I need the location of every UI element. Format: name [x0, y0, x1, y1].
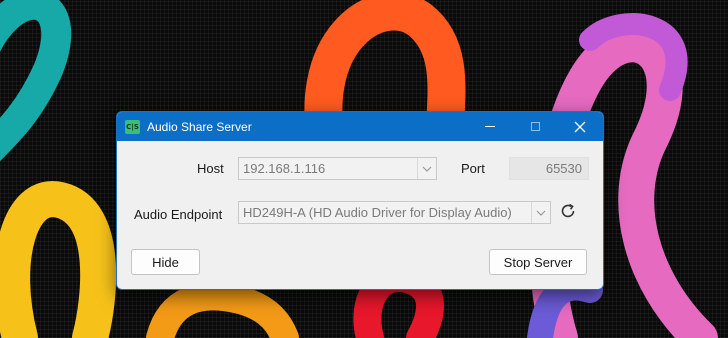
- audio-endpoint-dropdown-arrow[interactable]: [531, 202, 550, 223]
- chevron-down-icon: [422, 166, 432, 172]
- chevron-down-icon: [536, 210, 546, 216]
- refresh-icon: [561, 203, 575, 218]
- minimize-icon: [485, 126, 495, 127]
- port-field[interactable]: 65530: [509, 157, 589, 180]
- host-label: Host: [197, 161, 224, 176]
- maximize-button: [515, 112, 555, 141]
- hide-button[interactable]: Hide: [131, 249, 200, 275]
- title-bar[interactable]: C|S Audio Share Server: [117, 112, 603, 141]
- close-icon: [574, 121, 586, 132]
- maximize-icon: [530, 122, 540, 131]
- host-select[interactable]: 192.168.1.116: [238, 157, 437, 180]
- audio-endpoint-select[interactable]: HD249H-A (HD Audio Driver for Display Au…: [238, 201, 551, 224]
- audio-endpoint-label: Audio Endpoint: [134, 207, 223, 222]
- stop-server-button[interactable]: Stop Server: [489, 249, 587, 275]
- audio-endpoint-value: HD249H-A (HD Audio Driver for Display Au…: [243, 205, 512, 220]
- minimize-button[interactable]: [470, 112, 510, 141]
- window-title: Audio Share Server: [147, 120, 252, 134]
- audio-share-app-icon: C|S: [125, 120, 140, 134]
- port-label: Port: [461, 161, 485, 176]
- host-value: 192.168.1.116: [243, 161, 326, 176]
- close-button[interactable]: [560, 112, 600, 141]
- host-dropdown-arrow[interactable]: [417, 158, 436, 179]
- audio-share-server-window: C|S Audio Share Server Host 192.168.1.11…: [116, 111, 604, 290]
- refresh-endpoints-button[interactable]: [557, 200, 579, 222]
